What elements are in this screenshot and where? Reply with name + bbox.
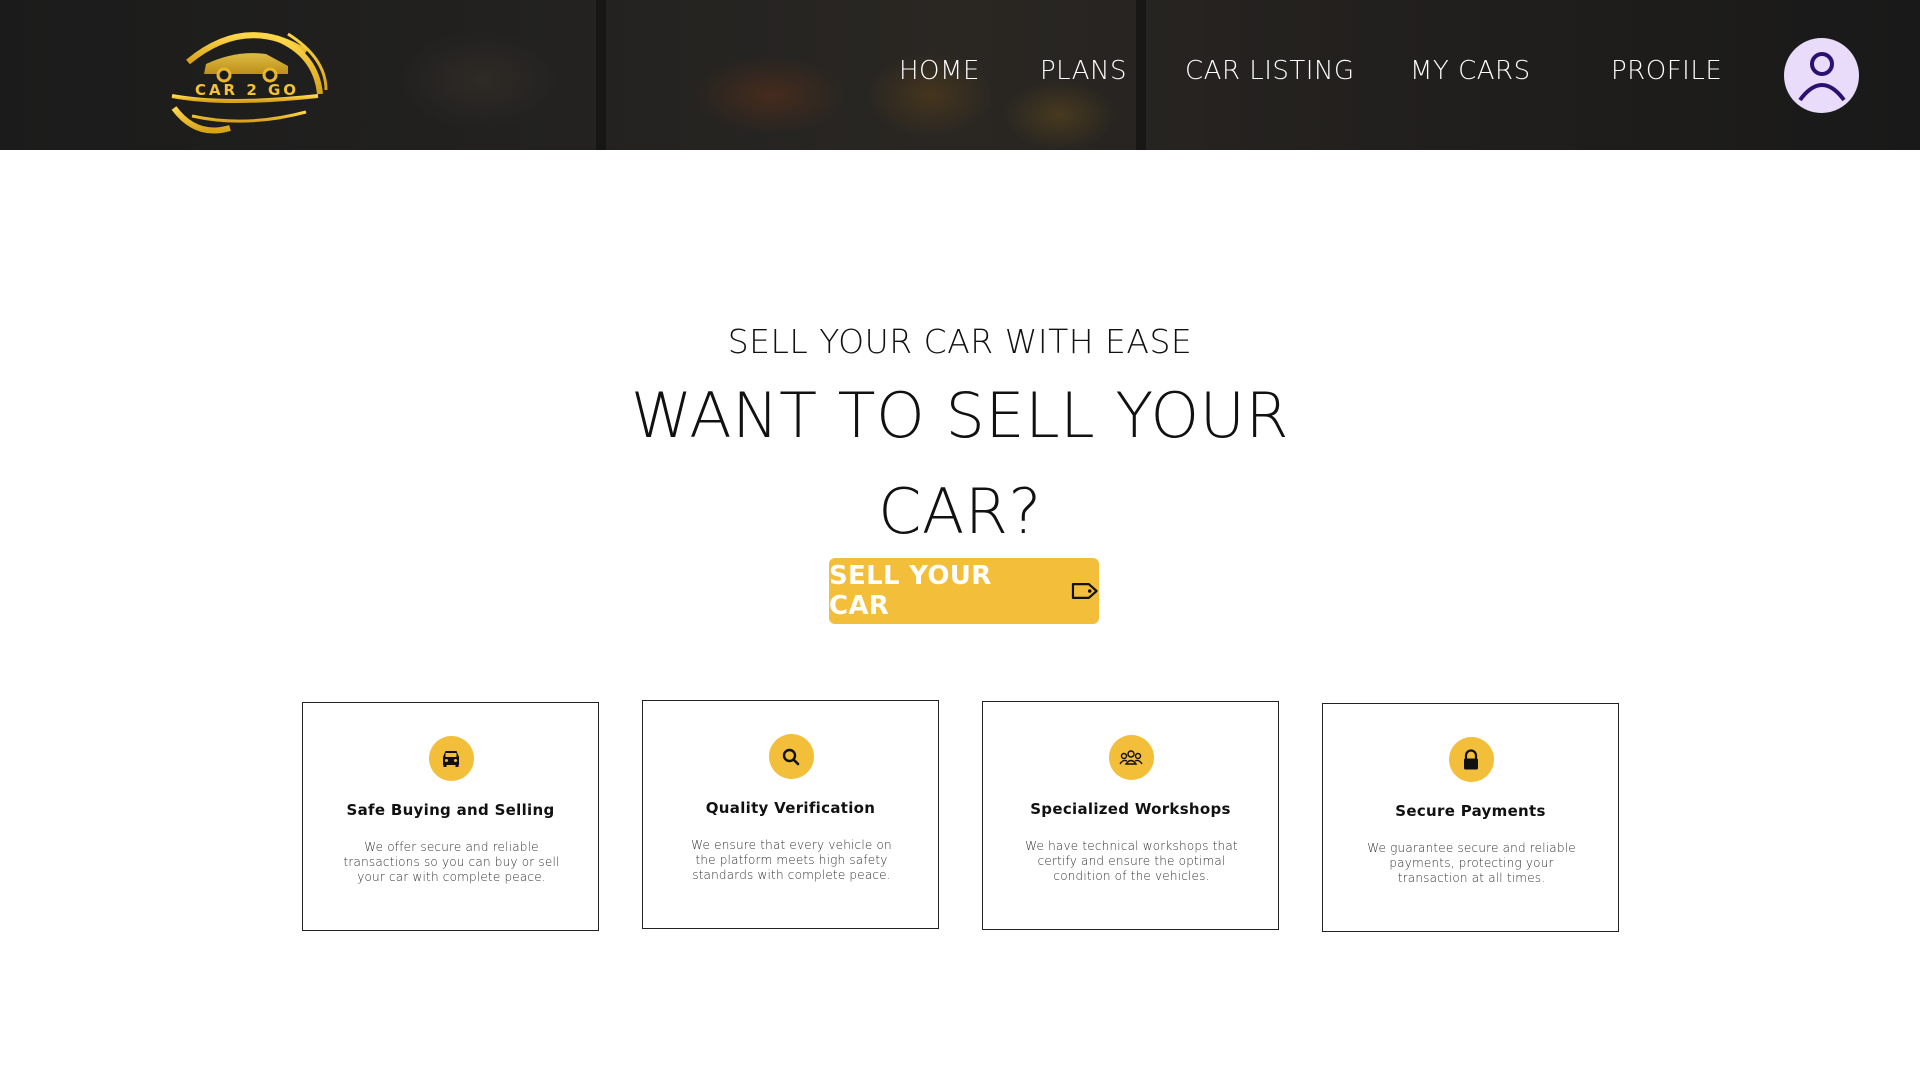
- search-icon: [782, 748, 800, 765]
- feature-icon-badge: [768, 734, 814, 779]
- feature-card-quality-verification: Quality Verification We ensure that ever…: [642, 700, 939, 929]
- nav-plans[interactable]: PLANS: [1040, 56, 1127, 86]
- main-nav: HOME PLANS CAR LISTING MY CARS PROFILE: [0, 56, 1920, 96]
- avatar[interactable]: [1784, 38, 1859, 113]
- feature-icon-badge: [428, 736, 474, 781]
- hero-title-line-2: CAR?: [878, 475, 1042, 548]
- user-icon: [1797, 51, 1846, 101]
- sell-your-car-button[interactable]: SELL YOUR CAR: [829, 558, 1099, 624]
- feature-description: We offer secure and reliable transaction…: [343, 840, 560, 884]
- hero-subtitle: SELL YOUR CAR WITH EASE: [727, 322, 1193, 361]
- feature-icon-badge: [1448, 737, 1494, 782]
- nav-my-cars[interactable]: MY CARS: [1410, 56, 1531, 86]
- group-icon: [1119, 749, 1143, 765]
- feature-title: Quality Verification: [705, 799, 876, 817]
- sell-button-label: SELL YOUR CAR: [829, 561, 992, 621]
- feature-card-specialized-workshops: Specialized Workshops We have technical …: [982, 701, 1279, 930]
- lock-icon: [1464, 748, 1478, 769]
- car-icon: [443, 750, 459, 767]
- feature-card-secure-payments: Secure Payments We guarantee secure and …: [1322, 703, 1619, 932]
- nav-home[interactable]: HOME: [899, 56, 980, 86]
- tag-icon: [1072, 583, 1099, 599]
- feature-card-safe-buying: Safe Buying and Selling We offer secure …: [302, 702, 599, 931]
- feature-title: Secure Payments: [1395, 802, 1546, 820]
- feature-description: We ensure that every vehicle on the plat…: [691, 838, 892, 882]
- site-header: CAR 2 GO HOME PLANS CAR LISTING MY CARS …: [0, 0, 1920, 150]
- nav-car-listing[interactable]: CAR LISTING: [1185, 56, 1355, 86]
- feature-icon-badge: [1108, 735, 1154, 780]
- feature-title: Safe Buying and Selling: [346, 801, 555, 819]
- hero-title-line-1: WANT TO SELL YOUR: [630, 379, 1290, 452]
- feature-title: Specialized Workshops: [1030, 800, 1231, 818]
- nav-profile[interactable]: PROFILE: [1611, 56, 1722, 86]
- feature-description: We guarantee secure and reliable payment…: [1367, 841, 1576, 885]
- feature-description: We have technical workshops that certify…: [1025, 839, 1238, 883]
- hero-title: WANT TO SELL YOUR CAR?: [560, 368, 1360, 560]
